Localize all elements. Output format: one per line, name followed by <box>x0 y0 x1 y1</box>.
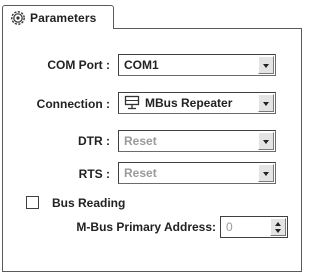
mbus-address-spin-button[interactable] <box>270 218 286 236</box>
bus-reading-checkbox[interactable] <box>26 196 39 209</box>
chevron-down-icon <box>263 64 269 68</box>
dtr-value: Reset <box>124 134 157 148</box>
rts-dropdown-button[interactable] <box>258 164 274 182</box>
connection-dropdown-button[interactable] <box>258 94 274 112</box>
rts-label: RTS : <box>78 167 110 181</box>
chevron-down-icon <box>263 172 269 176</box>
dtr-label: DTR : <box>78 134 110 148</box>
chevron-up-icon <box>275 222 281 226</box>
bus-reading-label: Bus Reading <box>52 196 126 210</box>
chevron-down-icon <box>263 140 269 144</box>
connection-value: MBus Repeater <box>145 96 233 110</box>
dtr-dropdown-button[interactable] <box>258 132 274 150</box>
rts-select[interactable]: Reset <box>118 162 276 184</box>
dtr-select[interactable]: Reset <box>118 130 276 152</box>
rts-value: Reset <box>124 166 157 180</box>
repeater-icon <box>124 95 140 110</box>
mbus-address-label: M-Bus Primary Address: <box>76 220 216 234</box>
connection-label: Connection : <box>36 97 110 111</box>
mbus-address-value: 0 <box>226 220 233 234</box>
tab-label: Parameters <box>30 11 97 25</box>
com-port-label: COM Port : <box>47 58 110 72</box>
com-port-value: COM1 <box>124 58 159 72</box>
chevron-down-icon <box>263 102 269 106</box>
com-port-dropdown-button[interactable] <box>258 56 274 74</box>
tab-parameters[interactable]: Parameters <box>2 5 114 29</box>
mbus-address-stepper[interactable]: 0 <box>220 216 288 238</box>
gear-icon <box>10 10 26 26</box>
com-port-select[interactable]: COM1 <box>118 54 276 76</box>
connection-select[interactable]: MBus Repeater <box>118 92 276 114</box>
chevron-down-icon <box>275 229 281 233</box>
